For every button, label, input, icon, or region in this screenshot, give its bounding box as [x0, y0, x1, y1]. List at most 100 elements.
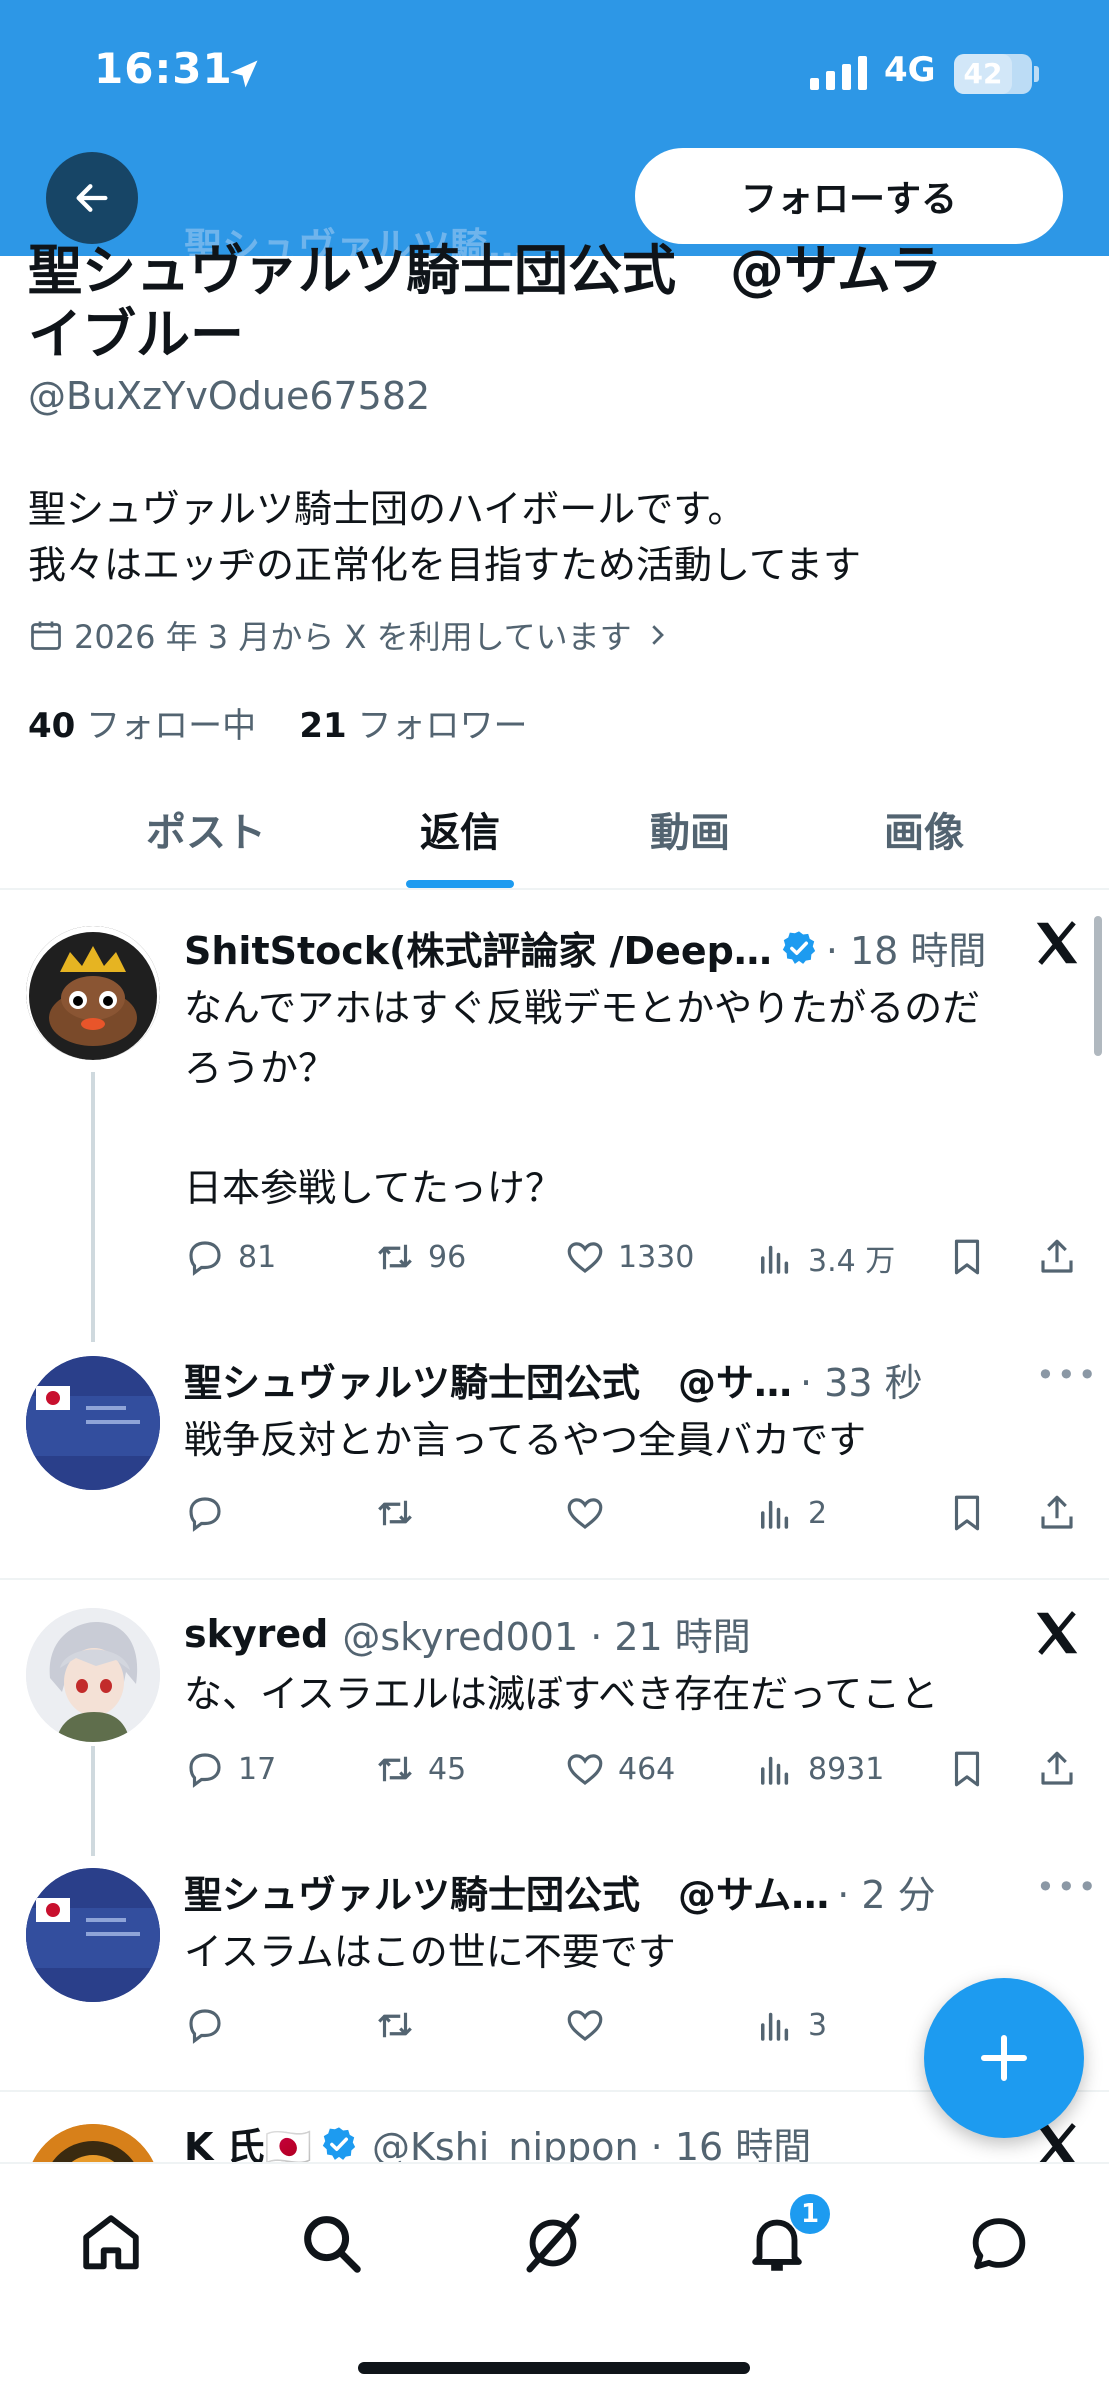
post-handle-timestamp: @skyred001 · 21 時間 [342, 1615, 751, 1659]
repost-button[interactable] [374, 2004, 416, 2046]
avatar[interactable] [26, 1356, 160, 1490]
tab-media[interactable]: 画像 [884, 800, 964, 858]
signal-icon [810, 56, 867, 90]
like-button[interactable] [564, 1492, 606, 1534]
notification-badge: 1 [790, 2194, 830, 2234]
post-actions: 2 [184, 1492, 1084, 1542]
reply-icon [189, 1753, 221, 1788]
verified-badge-icon [322, 2126, 356, 2160]
reply-icon [189, 1497, 221, 1532]
views-button[interactable]: 8931 [754, 1748, 884, 1790]
messages-icon[interactable] [964, 2208, 1034, 2278]
reply-button[interactable] [184, 2004, 226, 2046]
post-timestamp: · 2 分 [837, 1873, 936, 1917]
views-count: 3 [808, 2007, 828, 2043]
profile-handle: @BuXzYvOdue67582 [28, 374, 431, 418]
heart-icon [567, 1242, 603, 1273]
network-type: 4G [884, 50, 936, 90]
more-options-icon[interactable]: ••• [1036, 1356, 1099, 1394]
views-count: 8931 [808, 1751, 885, 1787]
views-icon [761, 1245, 789, 1274]
following-count: 40 [28, 706, 76, 746]
post-author-name[interactable]: 聖シュヴァルツ騎士団公式 @サム… [184, 1864, 829, 1919]
post-timestamp: · 18 時間 [825, 929, 987, 973]
grok-icon[interactable] [518, 2208, 588, 2278]
like-button[interactable] [564, 2004, 606, 2046]
repost-count: 45 [428, 1751, 467, 1787]
repost-icon [378, 1756, 412, 1782]
scrollbar[interactable] [1094, 916, 1102, 1056]
post-header: 聖シュヴァルツ騎士団公式 @サ… · 33 秒 [184, 1352, 923, 1407]
bookmark-button[interactable] [946, 1492, 988, 1534]
profile-tabs: ポスト 返信 動画 画像 [0, 800, 1109, 890]
avatar[interactable] [26, 1608, 160, 1742]
active-tab-indicator [406, 880, 514, 888]
post-text-line [184, 1098, 980, 1158]
post-author-name[interactable]: 聖シュヴァルツ騎士団公式 @サ… [184, 1352, 792, 1407]
bookmark-button[interactable] [946, 1748, 988, 1790]
views-icon [761, 1756, 789, 1785]
post-header: skyred @skyred001 · 21 時間 [184, 1606, 751, 1661]
share-button[interactable] [1036, 1236, 1078, 1278]
joined-date-text: 2026 年 3 月から X を利用しています [74, 618, 632, 656]
views-button[interactable]: 2 [754, 1492, 827, 1534]
follow-button[interactable]: フォローする [635, 148, 1063, 244]
post-text-line: イスラムはこの世に不要です [184, 1930, 676, 1974]
like-button[interactable]: 1330 [564, 1236, 694, 1278]
location-arrow-icon [230, 60, 258, 88]
repost-button[interactable]: 45 [374, 1748, 466, 1790]
post-header: ShitStock(株式評論家 /Deep… · 18 時間 [184, 920, 986, 975]
reply-button[interactable]: 17 [184, 1748, 276, 1790]
bookmark-button[interactable] [946, 1236, 988, 1278]
heart-icon [567, 1498, 603, 1529]
repost-button[interactable] [374, 1492, 416, 1534]
share-icon [1041, 1495, 1073, 1529]
x-logo-icon [1036, 921, 1078, 965]
battery-cap [1034, 66, 1039, 82]
views-button[interactable]: 3.4 万 [754, 1236, 895, 1280]
plus-icon [981, 2035, 1027, 2081]
profile-bio-line1: 聖シュヴァルツ騎士団のハイボールです。 [28, 487, 746, 531]
more-options-icon[interactable]: ••• [1036, 1868, 1099, 1906]
reply-button[interactable]: 81 [184, 1236, 276, 1278]
home-indicator [358, 2362, 750, 2374]
search-icon[interactable] [296, 2208, 366, 2278]
follow-counts[interactable]: 40 フォロー中 21 フォロワー [28, 698, 528, 747]
bookmark-icon [954, 1495, 980, 1531]
calendar-icon [31, 621, 61, 650]
share-button[interactable] [1036, 1492, 1078, 1534]
tab-replies[interactable]: 返信 [420, 800, 500, 858]
reply-count: 17 [238, 1751, 277, 1787]
views-icon [761, 1500, 789, 1529]
avatar[interactable] [26, 926, 160, 1060]
battery-level: 42 [954, 54, 1012, 94]
compose-post-button[interactable] [924, 1978, 1084, 2138]
card-avatar-image [26, 1356, 160, 1490]
tab-posts[interactable]: ポスト [146, 800, 266, 858]
reply-button[interactable] [184, 1492, 226, 1534]
like-count: 464 [618, 1751, 676, 1787]
home-icon[interactable] [76, 2208, 146, 2278]
post-timestamp: · 33 秒 [800, 1361, 923, 1405]
post-text-line: なんでアホはすぐ反戦デモとかやりたがるのだ [184, 986, 981, 1030]
share-button[interactable] [1036, 1748, 1078, 1790]
repost-icon [378, 1244, 412, 1270]
tab-videos[interactable]: 動画 [650, 800, 730, 858]
repost-button[interactable]: 96 [374, 1236, 466, 1278]
post-header: 聖シュヴァルツ騎士団公式 @サム… · 2 分 [184, 1864, 936, 1919]
views-icon [761, 2012, 789, 2041]
avatar[interactable] [26, 1868, 160, 2002]
like-button[interactable]: 464 [564, 1748, 675, 1790]
chevron-right-icon [651, 625, 664, 645]
views-button[interactable]: 3 [754, 2004, 827, 2046]
back-button[interactable] [46, 152, 138, 244]
post-actions: 17 45 464 8931 [184, 1748, 1084, 1798]
bookmark-icon [954, 1751, 980, 1787]
heart-icon [567, 2010, 603, 2041]
heart-icon [567, 1754, 603, 1785]
joined-date-row[interactable]: 2026 年 3 月から X を利用しています [28, 612, 672, 658]
post-author-name[interactable]: ShitStock(株式評論家 /Deep… [184, 920, 772, 975]
x-logo-icon [1036, 1611, 1078, 1655]
post-author-name[interactable]: skyred [184, 1612, 328, 1656]
divider [0, 1578, 1109, 1580]
